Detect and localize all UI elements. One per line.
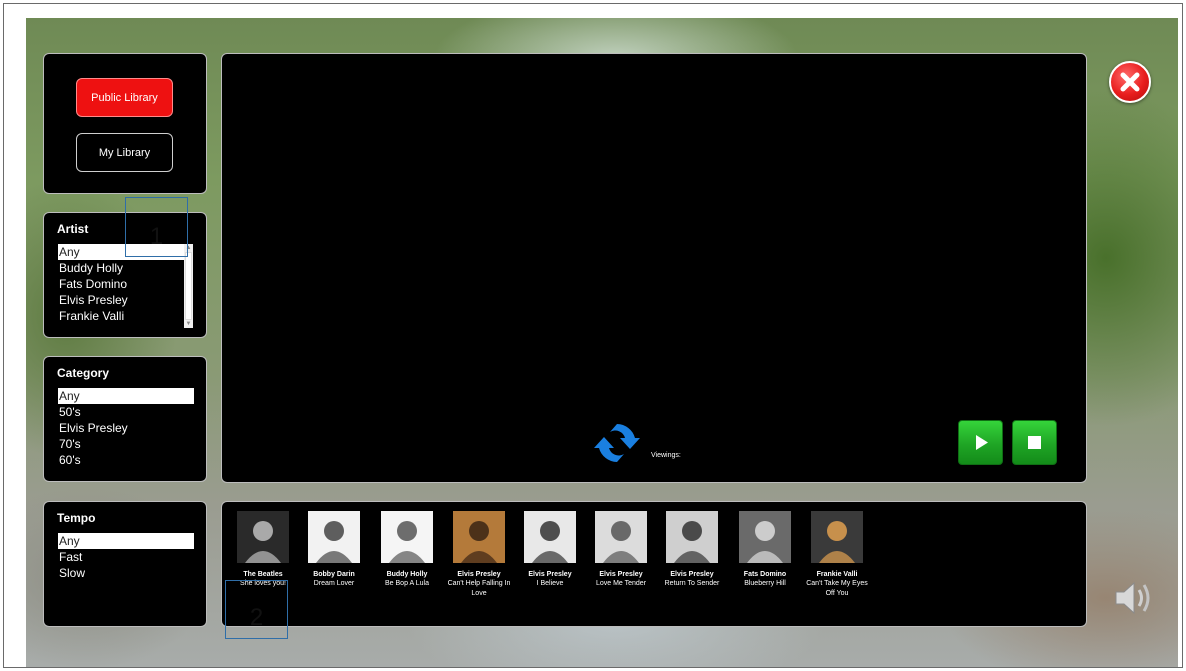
album-thumbnail [811, 511, 863, 563]
album-thumbnail [453, 511, 505, 563]
song-artist: Frankie Valli [816, 571, 858, 578]
stop-button[interactable] [1012, 420, 1057, 465]
album-thumbnail [237, 511, 289, 563]
my-library-button[interactable]: My Library [76, 133, 173, 172]
category-list[interactable]: Any 50's Elvis Presley 70's 60's [58, 388, 194, 468]
song-strip-panel: The Beatles She loves you! Bobby Darin Drea… [221, 501, 1087, 627]
album-thumbnail [739, 511, 791, 563]
portrait-image-icon [389, 521, 425, 563]
song-title: Blueberry Hill [744, 580, 786, 587]
refresh-icon[interactable] [592, 418, 642, 468]
tempo-filter-title: Tempo [57, 511, 96, 525]
portrait-image-icon [603, 521, 639, 563]
viewings-label: Viewings: [651, 452, 681, 459]
annotation-box-1: 1 [125, 197, 188, 257]
song-card[interactable]: Frankie Valli Can't Take My Eyes Off You [802, 511, 872, 599]
song-title: Can't Help Falling In Love [447, 580, 511, 597]
annotation-label-2: 2 [249, 604, 264, 631]
tempo-option[interactable]: Slow [58, 565, 194, 581]
album-thumbnail [308, 511, 360, 563]
play-icon [976, 435, 988, 450]
song-artist: Bobby Darin [313, 571, 355, 578]
portrait-image-icon [819, 521, 855, 563]
song-artist: Elvis Presley [599, 571, 643, 578]
song-artist: Elvis Presley [457, 571, 501, 578]
category-filter-title: Category [57, 366, 110, 380]
close-icon [1120, 72, 1140, 92]
annotation-box-2: 2 [225, 580, 288, 639]
category-option[interactable]: 60's [58, 452, 194, 468]
album-thumbnail [595, 511, 647, 563]
play-button[interactable] [958, 420, 1003, 465]
song-artist: The Beatles [243, 571, 283, 578]
portrait-image-icon [461, 521, 497, 563]
song-artist: Elvis Presley [670, 571, 714, 578]
tempo-option[interactable]: Fast [58, 549, 194, 565]
artist-option[interactable]: Elvis Presley [58, 292, 186, 308]
album-thumbnail [381, 511, 433, 563]
portrait-image-icon [245, 521, 281, 563]
background-scene: Public Library My Library Artist Any Budd… [26, 18, 1178, 667]
category-option[interactable]: Elvis Presley [58, 420, 194, 436]
album-thumbnail [666, 511, 718, 563]
song-title: Can't Take My Eyes Off You [806, 580, 868, 597]
artist-option[interactable]: Buddy Holly [58, 260, 186, 276]
song-card[interactable]: Fats Domino Blueberry Hill [730, 511, 800, 589]
stop-icon [1028, 436, 1041, 449]
tempo-filter-panel: Tempo Any Fast Slow [43, 501, 207, 627]
song-card[interactable]: Elvis Presley Love Me Tender [586, 511, 656, 589]
category-option[interactable]: Any [58, 388, 194, 404]
song-card[interactable]: The Beatles She loves you! [228, 511, 298, 589]
song-card[interactable]: Buddy Holly Be Bop A Lula [372, 511, 442, 589]
portrait-image-icon [532, 521, 568, 563]
portrait-image-icon [674, 521, 710, 563]
song-card[interactable]: Elvis Presley Can't Help Falling In Love [444, 511, 514, 599]
song-title: Return To Sender [664, 580, 720, 587]
artist-filter-title: Artist [57, 222, 89, 236]
close-button[interactable] [1109, 61, 1151, 103]
video-player-panel: Viewings: [221, 53, 1087, 483]
song-card[interactable]: Bobby Darin Dream Lover [299, 511, 369, 589]
song-artist: Buddy Holly [386, 571, 428, 578]
library-panel: Public Library My Library [43, 53, 207, 194]
public-library-button[interactable]: Public Library [76, 78, 173, 117]
screenshot-frame: Public Library My Library Artist Any Budd… [3, 3, 1183, 668]
portrait-image-icon [316, 521, 352, 563]
song-title: Love Me Tender [595, 580, 647, 587]
scroll-thumb[interactable] [185, 252, 192, 320]
song-artist: Fats Domino [743, 571, 787, 578]
category-filter-panel: Category Any 50's Elvis Presley 70's 60's [43, 356, 207, 482]
scroll-down-arrow-icon[interactable]: ▼ [185, 321, 192, 327]
song-title: Be Bop A Lula [385, 580, 429, 587]
annotation-label-1: 1 [149, 223, 164, 250]
portrait-image-icon [747, 521, 783, 563]
category-option[interactable]: 50's [58, 404, 194, 420]
song-title: Dream Lover [313, 580, 355, 587]
category-option[interactable]: 70's [58, 436, 194, 452]
album-thumbnail [524, 511, 576, 563]
speaker-icon[interactable] [1110, 575, 1158, 621]
tempo-option[interactable]: Any [58, 533, 194, 549]
tempo-list[interactable]: Any Fast Slow [58, 533, 194, 581]
song-card[interactable]: Elvis Presley I Believe [515, 511, 585, 589]
song-title: I Believe [536, 580, 564, 587]
artist-option[interactable]: Frankie Valli [58, 308, 186, 324]
artist-option[interactable]: Fats Domino [58, 276, 186, 292]
song-card[interactable]: Elvis Presley Return To Sender [657, 511, 727, 589]
song-artist: Elvis Presley [528, 571, 572, 578]
